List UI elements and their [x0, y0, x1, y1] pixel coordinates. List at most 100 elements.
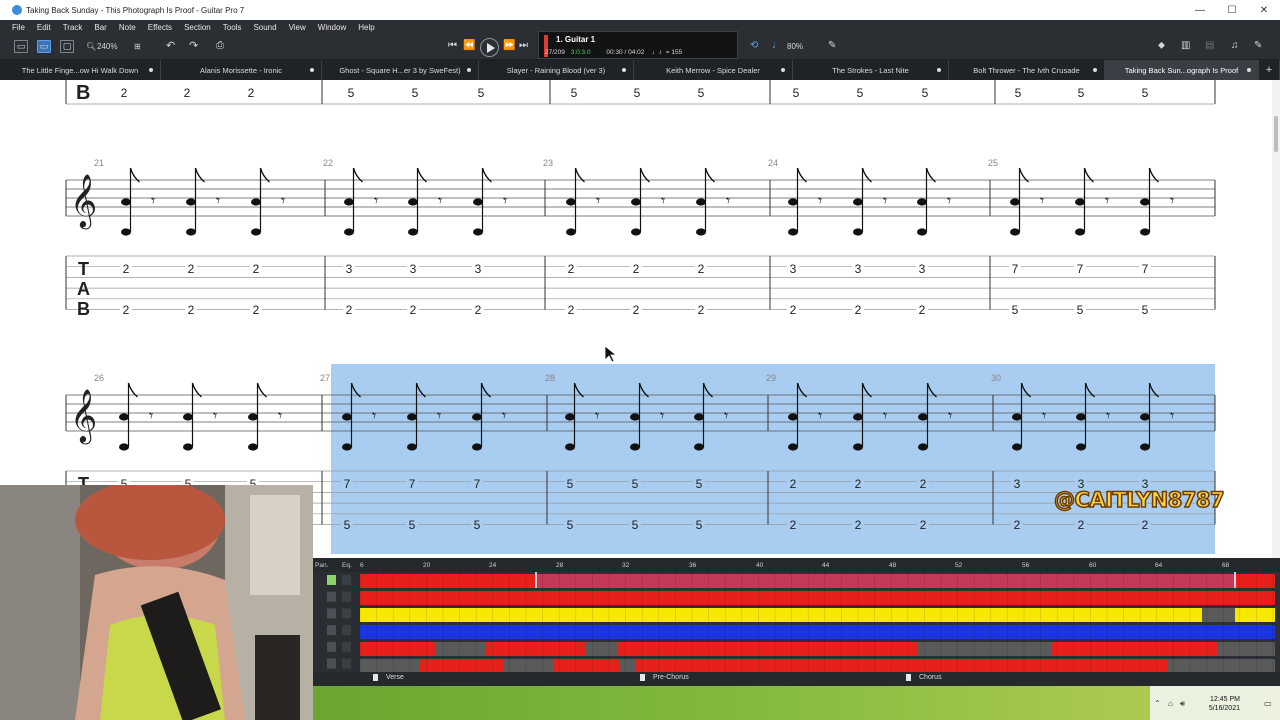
tab-document-8-active[interactable]: Taking Back Sun...ograph Is Proof	[1105, 60, 1259, 80]
track-solo-toggle[interactable]	[342, 608, 351, 619]
print-icon[interactable]: ⎙	[216, 40, 224, 51]
track-bar-block[interactable]	[360, 625, 1275, 639]
tools-icon[interactable]: ✎	[1254, 40, 1262, 51]
page-view-icon[interactable]: ▭	[37, 40, 51, 53]
tab-close-icon[interactable]	[1093, 68, 1097, 72]
track-mute-toggle[interactable]	[327, 591, 336, 602]
menu-track[interactable]: Track	[57, 23, 89, 32]
guitar-view-icon[interactable]: ⬥	[1158, 40, 1165, 51]
minimize-button[interactable]: —	[1184, 0, 1216, 20]
track-bar-block[interactable]	[585, 642, 618, 656]
track-bar-block[interactable]	[486, 642, 585, 656]
notification-icon[interactable]: ▭	[1264, 699, 1272, 708]
fast-forward-icon[interactable]: ⏩	[503, 40, 515, 51]
pencil-icon[interactable]: ✎	[828, 40, 836, 51]
tab-close-icon[interactable]	[149, 68, 153, 72]
section-chorus[interactable]: Chorus	[906, 674, 942, 681]
play-button[interactable]	[480, 38, 499, 57]
menu-window[interactable]: Window	[312, 23, 352, 32]
taskbar-clock[interactable]: 12:45 PM 5/16/2021	[1209, 695, 1240, 713]
track-mute-toggle[interactable]	[327, 608, 336, 619]
metronome-icon[interactable]: ♩	[772, 40, 782, 51]
zoom-icon[interactable]: 🔍︎	[86, 42, 96, 51]
tab-document-6[interactable]: The Strokes - Last Nite	[793, 60, 949, 80]
go-to-end-icon[interactable]: ⏭	[519, 40, 528, 51]
track-solo-toggle[interactable]	[342, 591, 351, 602]
mixer-icon[interactable]: ♫	[1231, 40, 1239, 51]
tab-document-1[interactable]: The Little Finge...ow Hi Walk Down	[0, 60, 161, 80]
track-bar-block[interactable]	[1168, 659, 1275, 673]
tab-close-icon[interactable]	[781, 68, 785, 72]
tab-close-icon[interactable]	[467, 68, 471, 72]
tab-close-icon[interactable]	[937, 68, 941, 72]
track-bar-block[interactable]	[1202, 608, 1235, 622]
track-timeline[interactable]: Pan. Eq. 6 20 24 28 32 36 40 44 48 52 56…	[313, 558, 1280, 686]
track-mute-toggle[interactable]	[327, 641, 336, 652]
score-scrollbar[interactable]	[1272, 80, 1280, 558]
track-mute-toggle[interactable]	[327, 575, 336, 585]
rewind-icon[interactable]: ⏪	[463, 40, 475, 51]
track-bar-block[interactable]	[918, 642, 1051, 656]
tab-document-7[interactable]: Bolt Thrower - The Ivth Crusade	[949, 60, 1105, 80]
track-solo-toggle[interactable]	[342, 575, 351, 585]
menu-edit[interactable]: Edit	[31, 23, 57, 32]
tab-close-icon[interactable]	[310, 68, 314, 72]
track-bar-block[interactable]	[1218, 642, 1275, 656]
track-bar-block[interactable]	[1235, 574, 1275, 588]
keyboard-icon[interactable]: ▤	[1205, 40, 1214, 51]
layout-icon[interactable]: ⊞	[134, 42, 141, 51]
menu-sound[interactable]: Sound	[247, 23, 282, 32]
track-solo-toggle[interactable]	[342, 625, 351, 636]
tray-network-icon[interactable]: ⌂	[1168, 699, 1173, 708]
tab-document-5[interactable]: Keith Merrow - Spice Dealer	[634, 60, 793, 80]
track-solo-toggle[interactable]	[342, 641, 351, 652]
section-pre-chorus[interactable]: Pre-Chorus	[640, 674, 689, 681]
loop-icon[interactable]: ⟲	[750, 40, 758, 51]
track-bar-block[interactable]	[618, 642, 918, 656]
track-mute-toggle[interactable]	[327, 625, 336, 636]
tab-document-3[interactable]: Ghost - Square H...er 3 by SweFest)	[322, 60, 479, 80]
track-blocks[interactable]	[313, 572, 1280, 686]
track-bar-block[interactable]	[1051, 642, 1218, 656]
section-verse[interactable]: Verse	[373, 674, 404, 681]
close-button[interactable]: ✕	[1248, 0, 1280, 20]
tray-chevron-icon[interactable]: ⌃	[1154, 699, 1161, 708]
playback-volume[interactable]: 80%	[787, 42, 803, 51]
track-mute-toggle[interactable]	[327, 658, 336, 669]
track-bar-block[interactable]	[620, 659, 635, 673]
track-bar-block[interactable]	[536, 574, 1235, 588]
track-bar-block[interactable]	[360, 608, 1202, 622]
scrollbar-thumb[interactable]	[1274, 116, 1278, 152]
tab-close-icon[interactable]	[1247, 68, 1251, 72]
track-bar-block[interactable]	[503, 659, 553, 673]
redo-icon[interactable]: ↷	[189, 39, 198, 52]
track-bar-block[interactable]	[420, 659, 503, 673]
panel-toggle-icon[interactable]: ▭	[14, 40, 28, 53]
screen-view-icon[interactable]: ▢	[60, 40, 74, 53]
track-bar-block[interactable]	[360, 642, 436, 656]
go-to-start-icon[interactable]: ⏮	[448, 40, 457, 51]
track-bar-block[interactable]	[360, 591, 1275, 605]
menu-tools[interactable]: Tools	[217, 23, 248, 32]
track-bar-block[interactable]	[360, 659, 420, 673]
fretboard-icon[interactable]: ▥	[1181, 40, 1190, 51]
tab-document-2[interactable]: Alanis Morissette - Ironic	[161, 60, 322, 80]
track-solo-toggle[interactable]	[342, 658, 351, 669]
tray-volume-icon[interactable]: 🔊︎	[1180, 699, 1185, 709]
lcd-display[interactable]: 1. Guitar 1 27/209 3:0:3.0 00:30 / 04:02…	[538, 31, 738, 59]
track-bar-block[interactable]	[635, 659, 1168, 673]
menu-help[interactable]: Help	[352, 23, 380, 32]
tab-document-4[interactable]: Slayer - Raining Blood (ver 3)	[479, 60, 634, 80]
menu-view[interactable]: View	[283, 23, 312, 32]
undo-icon[interactable]: ↶	[166, 39, 175, 52]
menu-note[interactable]: Note	[113, 23, 142, 32]
track-bar-block[interactable]	[553, 659, 620, 673]
menu-section[interactable]: Section	[178, 23, 217, 32]
tab-close-icon[interactable]	[622, 68, 626, 72]
maximize-button[interactable]: ☐	[1216, 0, 1248, 20]
track-bar-block[interactable]	[1235, 608, 1275, 622]
track-bar-block[interactable]	[436, 642, 486, 656]
menu-effects[interactable]: Effects	[142, 23, 178, 32]
track-header-column[interactable]	[313, 572, 360, 672]
zoom-level[interactable]: 240%	[97, 42, 117, 51]
